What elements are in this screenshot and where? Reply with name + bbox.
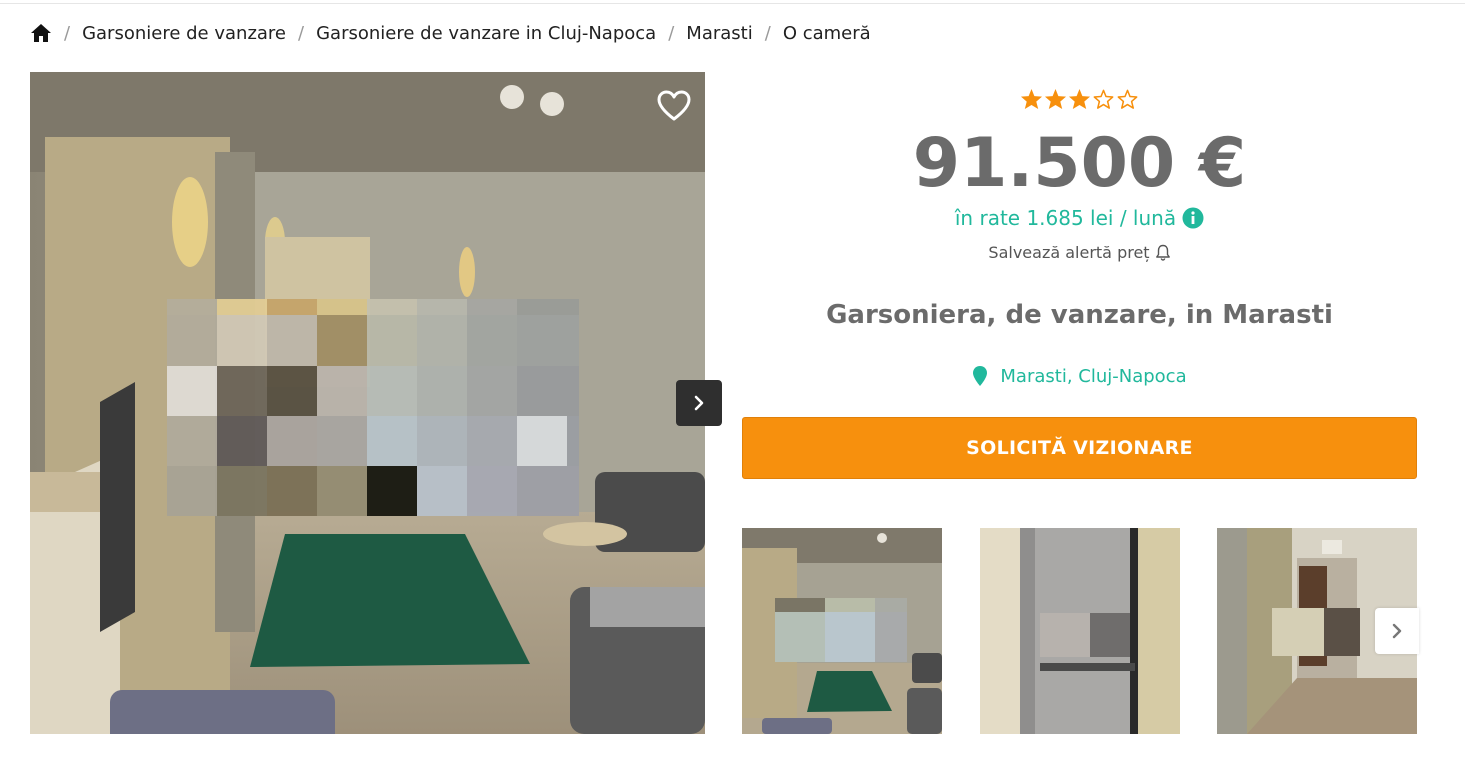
star-outline-icon (1117, 89, 1138, 109)
breadcrumb-separator: / (64, 22, 71, 44)
price: 91.500 € (912, 124, 1247, 203)
bell-icon (1155, 244, 1170, 261)
star-filled-icon (1044, 88, 1067, 110)
listing-title: Garsoniera, de vanzare, in Marasti (826, 300, 1333, 330)
thumbnail-image (742, 528, 942, 734)
location-link[interactable]: Marasti, Cluj-Napoca (742, 365, 1417, 387)
installment-text: în rate 1.685 lei / lună (954, 206, 1177, 230)
top-divider (0, 3, 1465, 4)
chevron-right-icon (1392, 623, 1402, 639)
thumbnail-image (980, 528, 1180, 734)
thumbnail-1[interactable] (742, 528, 942, 734)
location-text: Marasti, Cluj-Napoca (1000, 365, 1187, 387)
chevron-right-icon (694, 395, 704, 411)
breadcrumb-separator: / (298, 22, 305, 44)
breadcrumb-item[interactable]: Garsoniere de vanzare (82, 23, 286, 44)
heart-outline-icon[interactable] (657, 90, 691, 122)
gallery-next-button[interactable] (676, 380, 722, 426)
price-alert-link[interactable]: Salvează alertă preț (742, 243, 1417, 262)
breadcrumb-item[interactable]: Marasti (686, 23, 752, 44)
star-filled-icon (1068, 88, 1091, 110)
info-icon[interactable] (1182, 207, 1204, 229)
rating-stars (1020, 88, 1139, 110)
installment-info: în rate 1.685 lei / lună (742, 206, 1417, 230)
price-alert-text: Salvează alertă preț (988, 243, 1150, 262)
request-viewing-button[interactable]: SOLICITĂ VIZIONARE (742, 417, 1417, 479)
room-photo-image (30, 72, 705, 734)
breadcrumb-item-current: O cameră (782, 22, 871, 44)
star-filled-icon (1020, 88, 1043, 110)
thumbnails-next-button[interactable] (1375, 608, 1419, 654)
thumbnail-2[interactable] (980, 528, 1180, 734)
star-outline-icon (1093, 89, 1114, 109)
home-icon[interactable] (30, 23, 52, 43)
breadcrumb: / Garsoniere de vanzare / Garsoniere de … (30, 20, 871, 46)
breadcrumb-item[interactable]: Garsoniere de vanzare in Cluj-Napoca (316, 23, 656, 44)
main-photo[interactable] (30, 72, 705, 734)
breadcrumb-separator: / (764, 22, 771, 44)
breadcrumb-separator: / (668, 22, 675, 44)
map-marker-icon (973, 366, 988, 386)
